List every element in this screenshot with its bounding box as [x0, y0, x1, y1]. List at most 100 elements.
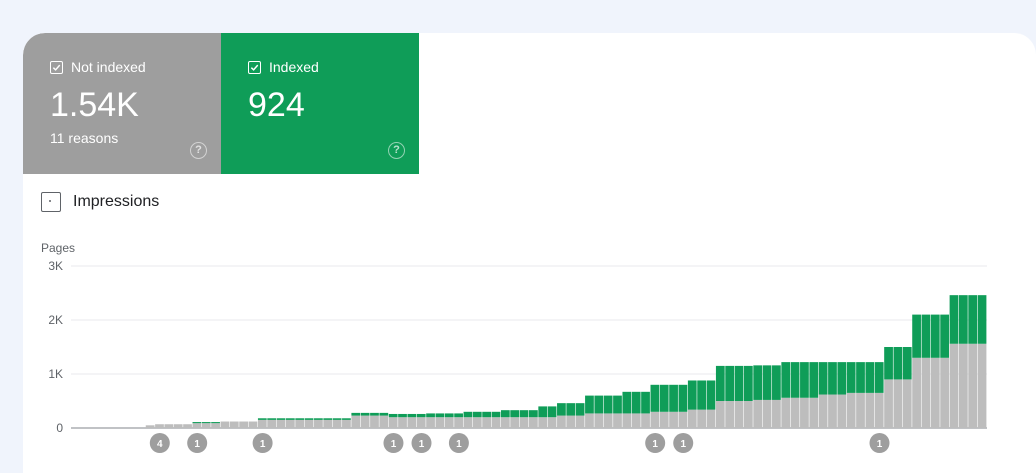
- bar-not-indexed[interactable]: [687, 409, 697, 428]
- bar-indexed[interactable]: [781, 362, 791, 398]
- bar-not-indexed[interactable]: [472, 417, 482, 428]
- bar-indexed[interactable]: [314, 418, 323, 420]
- bar-indexed[interactable]: [323, 418, 333, 420]
- bar-not-indexed[interactable]: [379, 415, 389, 428]
- bar-indexed[interactable]: [360, 412, 370, 416]
- bar-indexed[interactable]: [547, 406, 557, 418]
- bar-not-indexed[interactable]: [276, 419, 286, 428]
- bar-indexed[interactable]: [370, 412, 379, 416]
- bar-not-indexed[interactable]: [575, 415, 585, 428]
- help-icon[interactable]: ?: [388, 142, 405, 159]
- bar-not-indexed[interactable]: [192, 423, 202, 428]
- bar-indexed[interactable]: [790, 362, 800, 398]
- bar-not-indexed[interactable]: [491, 417, 501, 428]
- bar-indexed[interactable]: [734, 365, 744, 401]
- bar-indexed[interactable]: [865, 362, 875, 393]
- bar-indexed[interactable]: [398, 413, 407, 418]
- bar-not-indexed[interactable]: [295, 419, 305, 428]
- bar-not-indexed[interactable]: [510, 417, 520, 428]
- bar-indexed[interactable]: [529, 410, 538, 418]
- bar-not-indexed[interactable]: [519, 417, 529, 428]
- bar-not-indexed[interactable]: [547, 417, 557, 428]
- bar-indexed[interactable]: [276, 418, 286, 420]
- bar-not-indexed[interactable]: [613, 413, 622, 428]
- bar-not-indexed[interactable]: [482, 417, 492, 428]
- bar-not-indexed[interactable]: [351, 415, 361, 428]
- bar-not-indexed[interactable]: [921, 357, 931, 428]
- bar-not-indexed[interactable]: [734, 401, 744, 428]
- bar-indexed[interactable]: [201, 422, 211, 424]
- bar-not-indexed[interactable]: [304, 419, 314, 428]
- bar-not-indexed[interactable]: [566, 415, 576, 428]
- bar-not-indexed[interactable]: [762, 399, 772, 428]
- bar-not-indexed[interactable]: [902, 379, 912, 428]
- bar-indexed[interactable]: [407, 413, 417, 418]
- bar-indexed[interactable]: [454, 413, 463, 418]
- bar-not-indexed[interactable]: [753, 399, 763, 428]
- bar-not-indexed[interactable]: [454, 417, 463, 428]
- bar-not-indexed[interactable]: [529, 417, 538, 428]
- bar-indexed[interactable]: [585, 395, 594, 414]
- bar-indexed[interactable]: [940, 314, 950, 358]
- bar-not-indexed[interactable]: [463, 417, 473, 428]
- bar-not-indexed[interactable]: [631, 413, 641, 428]
- bar-not-indexed[interactable]: [360, 415, 370, 428]
- bar-indexed[interactable]: [482, 411, 492, 418]
- bar-not-indexed[interactable]: [145, 425, 155, 428]
- bar-indexed[interactable]: [631, 391, 641, 414]
- annotation-marker[interactable]: 1: [252, 433, 273, 453]
- bar-not-indexed[interactable]: [874, 392, 884, 428]
- bar-indexed[interactable]: [444, 413, 454, 418]
- bar-indexed[interactable]: [192, 422, 202, 424]
- impressions-checkbox[interactable]: [41, 192, 61, 212]
- bar-indexed[interactable]: [594, 395, 604, 414]
- bar-indexed[interactable]: [818, 362, 828, 395]
- bar-indexed[interactable]: [659, 384, 669, 412]
- bar-not-indexed[interactable]: [500, 417, 510, 428]
- bar-indexed[interactable]: [697, 380, 706, 410]
- bar-indexed[interactable]: [575, 403, 585, 416]
- bar-not-indexed[interactable]: [622, 413, 632, 428]
- indexed-tile[interactable]: Indexed 924 ?: [221, 33, 419, 174]
- annotation-marker[interactable]: 1: [187, 433, 208, 453]
- bar-not-indexed[interactable]: [370, 415, 379, 428]
- bar-indexed[interactable]: [257, 418, 267, 420]
- bar-not-indexed[interactable]: [164, 424, 174, 428]
- bar-not-indexed[interactable]: [697, 409, 706, 428]
- bar-not-indexed[interactable]: [201, 423, 211, 428]
- bar-not-indexed[interactable]: [538, 417, 548, 428]
- bar-not-indexed[interactable]: [977, 343, 987, 428]
- bar-not-indexed[interactable]: [837, 394, 847, 428]
- bar-indexed[interactable]: [930, 314, 940, 358]
- bar-not-indexed[interactable]: [155, 424, 164, 428]
- bar-indexed[interactable]: [828, 362, 837, 395]
- bar-not-indexed[interactable]: [669, 411, 678, 428]
- bar-indexed[interactable]: [566, 403, 576, 416]
- bar-indexed[interactable]: [557, 403, 566, 416]
- bar-not-indexed[interactable]: [416, 417, 426, 428]
- bar-not-indexed[interactable]: [893, 379, 903, 428]
- bar-not-indexed[interactable]: [846, 392, 856, 428]
- bar-indexed[interactable]: [669, 384, 678, 412]
- bar-not-indexed[interactable]: [603, 413, 613, 428]
- bar-indexed[interactable]: [968, 295, 978, 344]
- bar-not-indexed[interactable]: [314, 419, 323, 428]
- bar-indexed[interactable]: [958, 295, 968, 344]
- bar-indexed[interactable]: [809, 362, 819, 398]
- bar-indexed[interactable]: [912, 314, 921, 358]
- bar-not-indexed[interactable]: [884, 379, 893, 428]
- bar-indexed[interactable]: [435, 413, 445, 418]
- annotation-marker[interactable]: 4: [149, 433, 170, 453]
- bar-indexed[interactable]: [304, 418, 314, 420]
- bar-not-indexed[interactable]: [930, 357, 940, 428]
- bar-indexed[interactable]: [725, 365, 735, 401]
- bar-indexed[interactable]: [902, 347, 912, 380]
- bar-indexed[interactable]: [893, 347, 903, 380]
- bar-indexed[interactable]: [603, 395, 613, 414]
- bar-indexed[interactable]: [472, 411, 482, 418]
- bar-not-indexed[interactable]: [641, 413, 650, 428]
- bar-indexed[interactable]: [613, 395, 622, 414]
- bar-not-indexed[interactable]: [183, 424, 192, 428]
- bar-not-indexed[interactable]: [865, 392, 875, 428]
- bar-not-indexed[interactable]: [332, 419, 342, 428]
